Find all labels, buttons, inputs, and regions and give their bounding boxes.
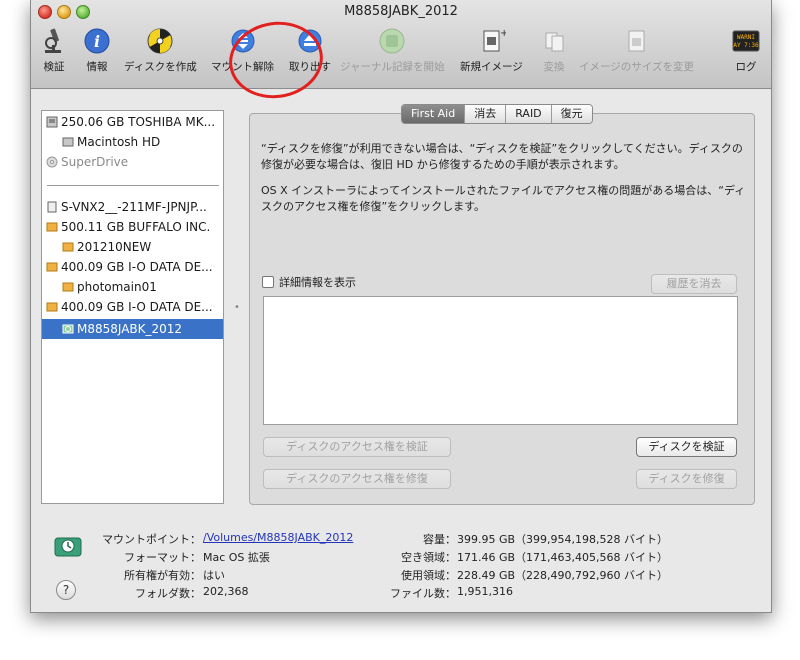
titlebar: M8858JABK_2012 検証 i 情報 ディスクを作成 マウント解除 取り… [31,0,771,105]
format-label: フォーマット： [124,551,201,564]
external-disk-icon [46,259,58,272]
free-space-label: 空き領域： [401,551,456,564]
convert-icon [539,26,569,56]
svg-text:i: i [94,32,100,51]
internal-disk-icon [46,114,58,128]
log-icon: WARNI AY 7:36 [731,26,761,56]
sidebar-item-s-vnx2[interactable]: S-VNX2__-211MF-JPNJP... [46,197,227,217]
toolbar-label: 変換 [543,61,565,73]
capacity-label: 容量： [423,533,456,546]
toolbar-burn-button[interactable]: ディスクを作成 [124,26,197,74]
external-disk-icon [46,299,58,312]
sidebar-item-iodata-disk-1[interactable]: 400.09 GB I-O DATA DE... [46,257,227,277]
svg-text:WARNI: WARNI [737,34,755,41]
sidebar-item-label: 250.06 GB TOSHIBA MK... [61,115,216,129]
toolbar-new-image-button[interactable]: + 新規イメージ [460,26,523,74]
sidebar-item-201210new[interactable]: 201210NEW [62,237,243,257]
toolbar-verify-button[interactable]: 検証 [39,26,69,74]
mount-point-link[interactable]: /Volumes/M8858JABK_2012 [203,531,353,544]
toolbar-journal-button[interactable]: ジャーナル記録を開始 [340,26,444,74]
toolbar-resize-image-button[interactable]: イメージのサイズを変更 [579,26,694,74]
toolbar-label: イメージのサイズを変更 [579,61,694,73]
clear-history-button[interactable]: 履歴を消去 [651,274,737,294]
external-disk-icon [46,219,58,232]
toolbar-label: 検証 [43,61,65,73]
first-aid-description-line1: “ディスクを修復”が利用できない場合は、“ディスクを検証”をクリックしてください… [261,142,743,155]
sidebar-item-label: M8858JABK_2012 [77,322,183,336]
tab-restore[interactable]: 復元 [550,105,592,123]
window-title: M8858JABK_2012 [344,4,458,19]
permissions-description-line1: OS X インストーラによってインストールされたファイルでアクセス権の問題がある… [261,184,746,197]
toolbar-label: 新規イメージ [460,61,523,73]
journal-icon [377,26,407,56]
free-space-value: 171.46 GB（171,463,405,568 バイト） [457,551,669,564]
volume-time-machine-icon [53,530,83,560]
resize-image-icon [621,26,651,56]
sidebar-item-label: Macintosh HD [77,135,161,149]
toolbar-log-button[interactable]: WARNI AY 7:36 ログ [731,26,761,74]
tab-erase[interactable]: 消去 [464,105,506,123]
used-space-label: 使用領域： [401,569,456,582]
format-value: Mac OS 拡張 [203,551,270,564]
info-icon: i [82,26,112,56]
toolbar-label: ジャーナル記録を開始 [340,61,445,73]
tab-bar: First Aid 消去 RAID 復元 [401,104,593,124]
toolbar-label: 情報 [86,61,108,73]
toolbar-label: ログ [735,61,757,73]
first-aid-log-area[interactable] [263,296,738,425]
new-image-icon: + [476,26,509,56]
first-aid-description-line2: 修復が必要な場合は、復旧 HD から修復するための手順が表示されます。 [261,158,625,171]
sidebar-item-macintosh-hd[interactable]: Macintosh HD [62,132,243,152]
show-details-checkbox[interactable] [262,276,274,288]
external-volume-icon [62,279,74,292]
sidebar-item-m8858jabk-2012[interactable]: M8858JABK_2012 [42,319,223,339]
sidebar-item-label: 201210NEW [77,240,152,254]
microscope-icon [39,26,69,56]
sidebar-item-buffalo-disk[interactable]: 500.11 GB BUFFALO INC. [46,217,227,237]
volume-icon [62,134,74,147]
folders-value: 202,368 [203,585,249,598]
sidebar-item-label: 400.09 GB I-O DATA DE... [61,300,213,314]
disk-icon [46,199,58,213]
time-machine-volume-icon [62,321,74,334]
verify-permissions-button[interactable]: ディスクのアクセス権を検証 [263,437,451,457]
mount-point-label: マウントポイント： [102,533,201,546]
tab-first-aid[interactable]: First Aid [402,105,465,123]
folders-label: フォルダ数： [135,587,201,600]
external-volume-icon [62,239,74,252]
toolbar-convert-button[interactable]: 変換 [539,26,569,74]
help-button[interactable]: ? [56,580,76,600]
svg-text:+: + [500,28,506,39]
capacity-value: 399.95 GB（399,954,198,528 バイト） [457,533,669,546]
sidebar-disk-list[interactable]: 250.06 GB TOSHIBA MK... Macintosh HD Sup… [41,110,224,504]
file-count-value: 1,951,316 [457,585,513,598]
owners-label: 所有権が有効： [124,569,201,582]
used-space-value: 228.49 GB（228,490,792,960 バイト） [457,569,669,582]
sidebar-separator [47,185,219,186]
svg-text:AY 7:36: AY 7:36 [733,42,759,49]
permissions-description-line2: スクのアクセス権を修復”をクリックします。 [261,200,486,213]
splitter-handle[interactable]: • [234,302,240,313]
repair-disk-button[interactable]: ディスクを修復 [636,469,737,489]
tab-raid[interactable]: RAID [505,105,551,123]
verify-disk-button[interactable]: ディスクを検証 [636,437,737,457]
toolbar-label: ディスクを作成 [124,61,197,73]
file-count-label: ファイル数： [390,587,456,600]
sidebar-item-label: 400.09 GB I-O DATA DE... [61,260,213,274]
sidebar-item-iodata-disk-2[interactable]: 400.09 GB I-O DATA DE... [46,297,227,317]
optical-drive-icon [46,154,58,168]
sidebar-item-superdrive[interactable]: SuperDrive [46,152,227,172]
sidebar-item-label: S-VNX2__-211MF-JPNJP... [61,200,207,214]
repair-permissions-button[interactable]: ディスクのアクセス権を修復 [263,469,451,489]
sidebar-item-label: 500.11 GB BUFFALO INC. [61,220,211,234]
toolbar-info-button[interactable]: i 情報 [82,26,112,74]
burn-icon [145,26,175,56]
sidebar-item-label: SuperDrive [61,155,129,169]
show-details-label: 詳細情報を表示 [279,276,356,289]
sidebar-item-label: photomain01 [77,280,157,294]
sidebar-item-photomain01[interactable]: photomain01 [62,277,243,297]
disk-utility-window: M8858JABK_2012 検証 i 情報 ディスクを作成 マウント解除 取り… [30,0,772,613]
sidebar-item-toshiba-disk[interactable]: 250.06 GB TOSHIBA MK... [46,112,227,132]
owners-value: はい [203,569,225,582]
